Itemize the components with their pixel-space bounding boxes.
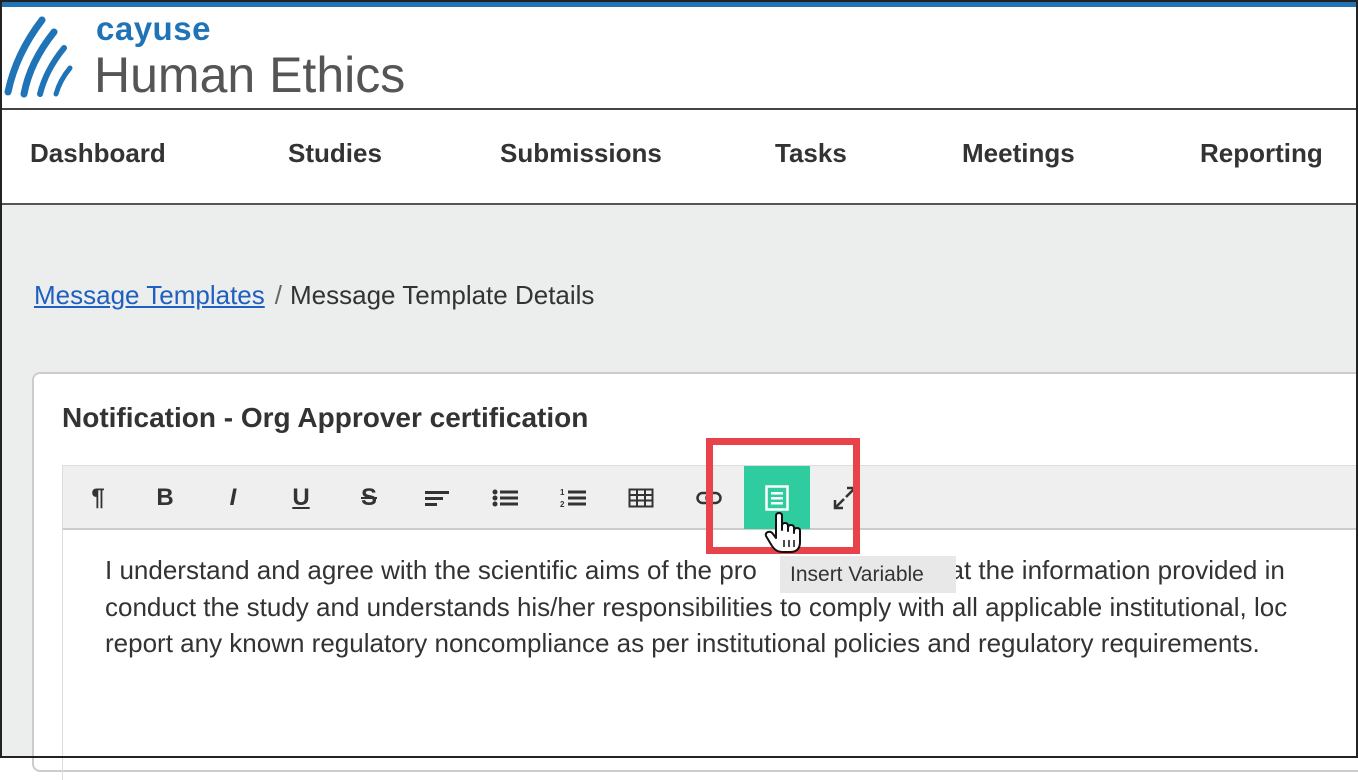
nav-dashboard[interactable]: Dashboard [30,138,166,169]
main-nav: Dashboard Studies Submissions Tasks Meet… [0,108,1358,205]
italic-button[interactable]: I [200,466,266,529]
editor-line-3: report any known regulatory noncomplianc… [105,628,1260,658]
svg-text:1: 1 [560,488,565,497]
breadcrumb-separator: / [274,280,282,310]
nav-meetings[interactable]: Meetings [962,138,1075,169]
breadcrumb-current: Message Template Details [289,280,595,310]
bold-icon: B [156,483,174,511]
svg-text:2: 2 [560,500,565,509]
numbered-list-icon: 12 [560,488,586,509]
underline-button[interactable]: U [268,466,334,529]
page-content: Message Templates / Message Template Detai… [0,205,1358,780]
breadcrumb: Message Templates / Message Template Detai… [34,280,594,311]
nav-studies[interactable]: Studies [288,138,382,169]
paragraph-button[interactable]: ¶ [65,466,131,529]
table-button[interactable] [608,466,674,529]
editor-content[interactable]: I understand and agree with the scientif… [105,552,1358,662]
insert-variable-tooltip: Insert Variable [780,556,956,593]
editor-line-1: I understand and agree with the scientif… [105,555,1285,585]
table-icon [628,488,654,507]
underline-icon: U [292,483,310,511]
align-left-button[interactable] [404,466,470,529]
breadcrumb-link-message-templates[interactable]: Message Templates [34,280,265,310]
bullet-list-icon [492,489,518,506]
top-accent-bar [0,0,1358,7]
italic-icon: I [229,483,237,511]
template-title: Notification - Org Approver certificatio… [62,402,589,433]
strikethrough-icon: S [360,483,377,511]
hand-pointer-icon [764,512,801,553]
brand-name: cayuse [96,10,211,47]
bullet-list-button[interactable] [472,466,538,529]
editor-line-2: conduct the study and understands his/he… [105,591,1288,622]
strikethrough-button[interactable]: S [336,466,402,529]
cayuse-logo-icon [4,16,73,98]
nav-reporting[interactable]: Reporting [1200,138,1323,169]
message-editor[interactable]: I understand and agree with the scientif… [62,530,1358,780]
nav-submissions[interactable]: Submissions [500,138,662,169]
template-card: Notification - Org Approver certificatio… [32,372,1358,780]
product-name: Human Ethics [94,47,406,103]
paragraph-icon: ¶ [91,483,105,511]
align-left-icon [425,490,449,506]
bold-button[interactable]: B [132,466,198,529]
numbered-list-button[interactable]: 12 [540,466,606,529]
nav-tasks[interactable]: Tasks [775,138,847,169]
